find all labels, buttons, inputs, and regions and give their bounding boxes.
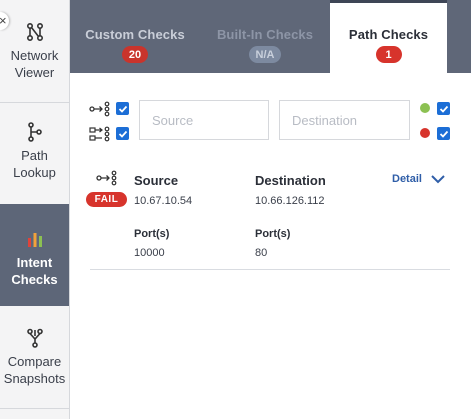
count-badge: 1 (375, 46, 402, 63)
sidebar-item-label: Lookup (13, 165, 56, 180)
divider (90, 269, 450, 270)
source-label: Source (134, 173, 179, 188)
unidirectional-path-icon (89, 101, 110, 117)
destination-input[interactable] (279, 100, 410, 140)
compare-snapshots-icon (26, 328, 43, 348)
sidebar-item-network-viewer[interactable]: Network Viewer (0, 22, 69, 90)
status-badge: FAIL (86, 192, 127, 207)
sidebar-item-path-lookup[interactable]: Path Lookup (0, 122, 69, 190)
source-ports: 10000 (134, 247, 165, 259)
sidebar-item-label: Snapshots (3, 371, 66, 386)
check-type-tabs: Custom Checks 20 Built-In Checks N/A Pat… (70, 0, 471, 73)
sidebar-item-label: Intent (16, 255, 53, 270)
sidebar-item-intent-checks[interactable]: Intent Checks (0, 204, 69, 306)
divider (0, 102, 69, 103)
destination-ip: 10.66.126.112 (255, 195, 325, 207)
pass-status-dot (420, 103, 430, 113)
destination-label: Destination (255, 173, 326, 188)
tab-path-checks[interactable]: Path Checks 1 (330, 0, 447, 73)
fail-status-dot (420, 128, 430, 138)
network-viewer-icon (26, 22, 43, 42)
tab-label: Built-In Checks (216, 27, 314, 42)
detail-link[interactable]: Detail (392, 173, 422, 185)
sidebar-item-label: Checks (11, 272, 58, 287)
destination-ports-label: Port(s) (255, 228, 291, 240)
check-icon (439, 105, 448, 113)
sidebar-item-label: Network (10, 48, 59, 63)
path-direction-icon (96, 170, 117, 186)
tab-label: Path Checks (348, 27, 429, 42)
show-fail-checkbox[interactable] (437, 127, 450, 140)
count-badge: N/A (248, 46, 282, 63)
destination-ports: 80 (255, 247, 268, 259)
source-input[interactable] (139, 100, 269, 140)
sidebar-item-compare-snapshots[interactable]: Compare Snapshots (0, 328, 69, 396)
tab-built-in-checks[interactable]: Built-In Checks N/A (200, 0, 330, 73)
sidebar: × Network Viewer Path Lookup Intent Chec… (0, 0, 70, 419)
sidebar-item-label: Path (21, 148, 48, 163)
unidirectional-checkbox[interactable] (116, 102, 129, 115)
tab-label: Custom Checks (85, 27, 185, 42)
source-ports-label: Port(s) (134, 228, 170, 240)
source-ip: 10.67.10.54 (134, 195, 193, 207)
divider (0, 408, 69, 409)
path-lookup-icon (27, 122, 42, 142)
bidirectional-path-icon (89, 126, 110, 142)
show-pass-checkbox[interactable] (437, 102, 450, 115)
sidebar-item-label: Viewer (14, 65, 55, 80)
sidebar-item-label: Compare (7, 354, 62, 369)
tab-custom-checks[interactable]: Custom Checks 20 (70, 0, 200, 73)
check-icon (118, 105, 127, 113)
check-icon (118, 130, 127, 138)
intent-checks-icon (27, 233, 42, 247)
bidirectional-checkbox[interactable] (116, 127, 129, 140)
chevron-down-icon[interactable] (430, 173, 446, 185)
check-icon (439, 130, 448, 138)
count-badge: 20 (121, 46, 149, 63)
